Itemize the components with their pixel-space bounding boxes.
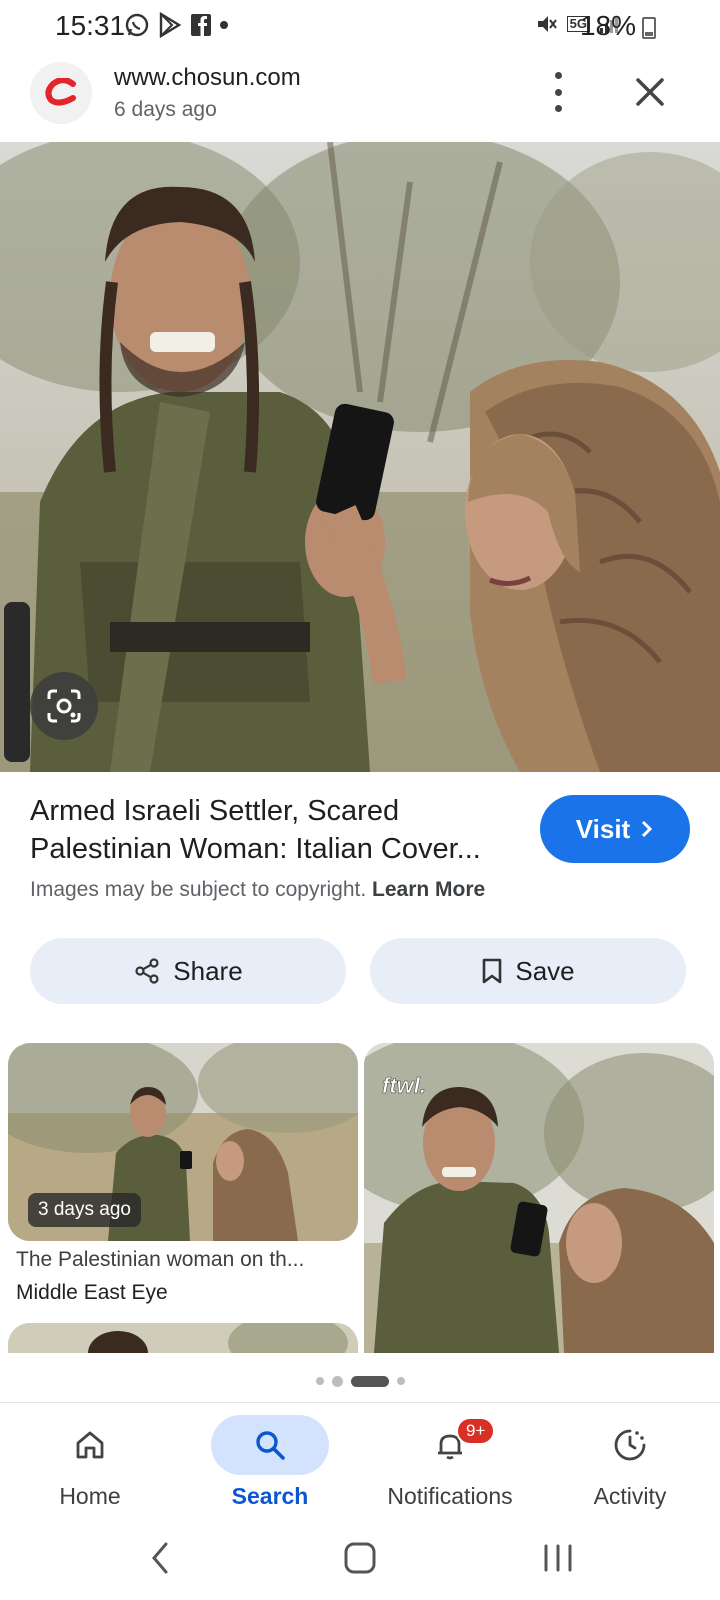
share-button[interactable]: Share [30,938,346,1004]
save-button[interactable]: Save [370,938,686,1004]
nav-label: Activity [593,1483,667,1509]
nav-home[interactable]: Home [0,1403,180,1521]
system-navigation-bar [0,1520,720,1600]
more-dot-icon [554,72,562,79]
related-image-card-partial[interactable] [8,1323,358,1353]
facebook-icon [191,14,211,36]
related-image-card[interactable]: 3 days ago [8,1043,358,1241]
nav-icon-container [211,1415,329,1475]
share-label: Share [173,955,243,986]
chevron-right-icon [642,820,653,838]
nav-icon-container [571,1415,689,1475]
home-icon [76,1431,104,1459]
battery-percent: 18% [579,10,636,41]
whatsapp-icon [125,13,149,37]
bottom-navigation: Home Search 9+ Notifications Activity [0,1402,720,1520]
published-time: 6 days ago [114,98,217,121]
site-url[interactable]: www.chosun.com [114,64,301,92]
result-title[interactable]: Armed Israeli Settler, Scared Palestinia… [30,792,520,868]
related-source: Middle East Eye [16,1281,168,1304]
result-header: www.chosun.com 6 days ago [0,54,720,142]
mute-icon [537,16,557,32]
page-dot [315,1377,324,1385]
hero-image[interactable] [0,142,720,772]
learn-more-link[interactable]: Learn More [372,878,485,901]
notification-badge: 9+ [456,1417,496,1445]
related-image-card[interactable]: ftwl. [364,1043,714,1353]
play-store-icon [159,12,182,38]
nav-label: Search [231,1483,309,1509]
photo-illustration [0,142,720,772]
more-dot-icon [554,105,562,112]
lens-icon [47,689,81,723]
time-badge: 3 days ago [28,1193,141,1227]
notification-icons [124,12,228,38]
visit-label: Visit [575,813,631,844]
back-icon[interactable] [148,1540,172,1576]
related-thumbnail [8,1323,358,1353]
visit-button[interactable]: Visit [540,795,690,863]
page-dot-active [350,1375,389,1387]
copyright-notice: Images may be subject to copyright. Lear… [30,878,485,902]
nav-activity[interactable]: Activity [540,1403,720,1521]
status-time: 15:31 [55,10,126,41]
site-favicon[interactable] [30,62,92,124]
related-title[interactable]: The Palestinian woman on th... [16,1248,304,1272]
page-dot [396,1377,405,1385]
close-icon[interactable] [630,72,670,112]
page-dot [331,1375,343,1387]
google-lens-button[interactable] [30,672,98,740]
copyright-text: Images may be subject to copyright. [30,878,367,901]
nav-label: Home [59,1483,121,1509]
share-icon [135,958,159,984]
nav-label: Notifications [387,1483,513,1509]
nav-icon-container [31,1415,149,1475]
chosun-logo-icon [45,78,76,106]
save-label: Save [515,955,575,986]
bookmark-icon [483,958,502,984]
dot-icon [220,21,228,29]
nav-search[interactable]: Search [180,1403,360,1521]
more-options-button[interactable] [546,72,570,112]
recent-apps-icon[interactable] [540,1540,576,1576]
battery-icon [642,17,656,39]
more-dot-icon [554,88,562,96]
watermark-text: ftwl. [382,1073,427,1099]
status-bar: 15:31 5G 18% [0,0,720,54]
nav-notifications[interactable]: 9+ Notifications [360,1403,540,1521]
home-button-icon[interactable] [342,1540,378,1576]
search-icon [256,1431,285,1460]
pagination-dots [0,1374,720,1388]
activity-icon [614,1429,646,1461]
